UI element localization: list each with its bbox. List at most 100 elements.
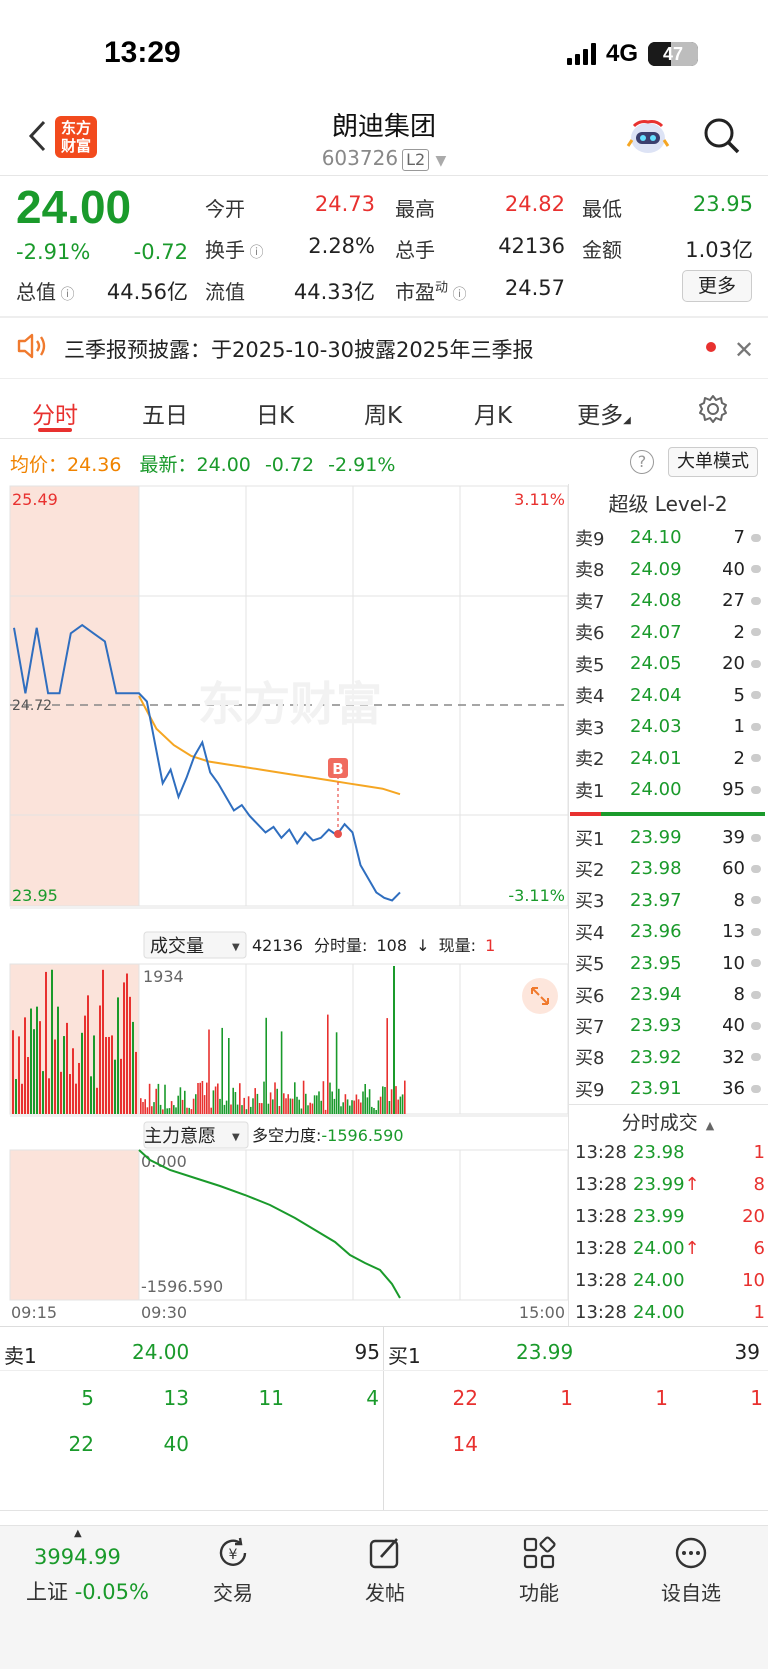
volume-bar [132,1021,134,1114]
volume-bar [111,1035,113,1114]
bid-row[interactable]: 买9 23.91 36 [575,1073,765,1104]
queue-sell-vol: 95 [354,1340,380,1364]
bid-row[interactable]: 买4 23.96 13 [575,916,765,947]
bid-label: 买3 [575,891,605,913]
ask-row[interactable]: 卖1 24.00 95 [575,774,765,805]
trades-title[interactable]: 分时成交 ▲ [568,1108,768,1135]
bid-row[interactable]: 买7 23.93 40 [575,1010,765,1041]
ask-label: 卖6 [575,623,605,644]
volume-bar [324,1109,327,1114]
tab-weekly-k[interactable]: 周K [356,396,410,430]
y-min-label: 23.95 [12,886,58,905]
ask-row[interactable]: 卖7 24.08 27 [575,585,765,616]
order-dot-icon [751,959,761,968]
ask-row[interactable]: 卖6 24.07 2 [575,617,765,648]
settings-gear-icon[interactable] [698,394,728,424]
sell-queue-order: 5 [81,1386,94,1410]
nav-functions[interactable]: 功能 [484,1535,594,1606]
order-dot-icon [751,1021,761,1030]
intraday-chart[interactable]: 东方财富 25.49 23.95 24.72 3.11% -3.11% B 成交… [0,480,570,1320]
bid-row[interactable]: 买1 23.99 39 [575,822,765,853]
volume-bar [313,1095,316,1114]
bid-label: 买8 [575,1048,605,1070]
notice-text[interactable]: 三季报预披露：于2025-10-30披露2025年三季报 [64,334,533,364]
volume-bar [212,1090,215,1114]
help-icon[interactable]: ? [630,450,654,474]
amount-value: 1.03亿 [685,238,753,262]
volume-bar [168,1108,171,1114]
volume-bar [201,1081,204,1114]
ask-row[interactable]: 卖2 24.01 2 [575,743,765,774]
force-indicator-name: 主力意愿 [144,1126,216,1147]
speaker-icon [16,332,48,360]
bid-row[interactable]: 买3 23.97 8 [575,885,765,916]
bid-row[interactable]: 买8 23.92 32 [575,1042,765,1073]
search-icon[interactable] [702,116,742,156]
volume-bar [39,1021,41,1114]
bid-label: 买9 [575,1079,605,1101]
tab-monthly-k[interactable]: 月K [466,396,520,430]
volume-bar [265,1017,267,1114]
ask-label: 卖2 [575,749,605,770]
change-pct: -2.91% [16,240,91,264]
ask-volume: 5 [733,684,745,706]
tab-intraday[interactable]: 分时 [28,396,82,430]
svg-text:▼: ▼ [232,942,240,953]
ask-row[interactable]: 卖4 24.04 5 [575,680,765,711]
trade-row: 13:28 23.99 20 [575,1200,765,1232]
close-icon[interactable]: ✕ [734,336,754,364]
order-dot-icon [751,533,761,542]
svg-text:¥: ¥ [229,1547,238,1563]
big-order-mode-button[interactable]: 大单模式 [668,447,758,477]
ask-price: 24.03 [630,716,682,737]
volume-bar [197,1083,199,1114]
volume-bar [175,1107,177,1114]
volume-bar [338,1088,340,1114]
volume-bar [267,1103,270,1114]
stock-code: 603726 [321,146,399,170]
volume-bar [258,1103,261,1114]
index-summary[interactable]: 上证 -0.05% [26,1576,149,1606]
more-button[interactable]: 更多 [682,270,752,302]
tab-daily-k[interactable]: 日K [248,396,302,430]
tab-five-day[interactable]: 五日 [138,396,192,430]
ask-row[interactable]: 卖8 24.09 40 [575,554,765,585]
bid-row[interactable]: 买2 23.98 60 [575,853,765,884]
volume-bar [388,1101,391,1114]
queue-sell-price: 24.00 [132,1340,190,1364]
nav-post[interactable]: 发帖 [330,1535,440,1606]
volume-bar [346,1099,349,1114]
force-bottom-label: -1596.590 [141,1277,223,1296]
float-label: 流值 [205,280,245,304]
ask-row[interactable]: 卖9 24.10 7 [575,522,765,553]
amount-label: 金额 [582,238,622,262]
ask-row[interactable]: 卖3 24.03 1 [575,711,765,742]
bid-price: 23.98 [630,858,682,880]
volume-bar [353,1100,355,1114]
nav-add-watchlist[interactable]: 设自选 [636,1535,746,1606]
tab-more[interactable]: 更多◢ [572,396,636,430]
ask-price: 24.04 [630,684,682,706]
ask-row[interactable]: 卖5 24.05 20 [575,648,765,679]
index-value[interactable]: 3994.99 [34,1545,121,1569]
volume-bar [66,1022,68,1114]
order-dot-icon [751,864,761,873]
bid-row[interactable]: 买5 23.95 10 [575,948,765,979]
ask-price: 24.10 [630,527,682,548]
ask-volume: 40 [722,558,745,580]
volume-max-label: 1934 [143,967,184,986]
volume-bar [24,1017,26,1114]
ask-price: 24.05 [630,653,682,674]
robot-avatar-icon[interactable] [626,116,670,158]
nav-trade[interactable]: ¥ 交易 [178,1535,288,1606]
avg-price-row: 均价：24.36 最新：24.00 -0.72 -2.91% [10,454,396,476]
trade-volume: 20 [742,1205,765,1227]
bid-label: 买7 [575,1016,605,1038]
volume-bar [322,1081,325,1114]
order-dot-icon [751,833,761,842]
bid-volume: 60 [722,858,745,880]
ask-volume: 20 [722,653,745,674]
active-tab-indicator [38,428,72,432]
volume-bar [261,1103,263,1114]
bid-row[interactable]: 买6 23.94 8 [575,979,765,1010]
